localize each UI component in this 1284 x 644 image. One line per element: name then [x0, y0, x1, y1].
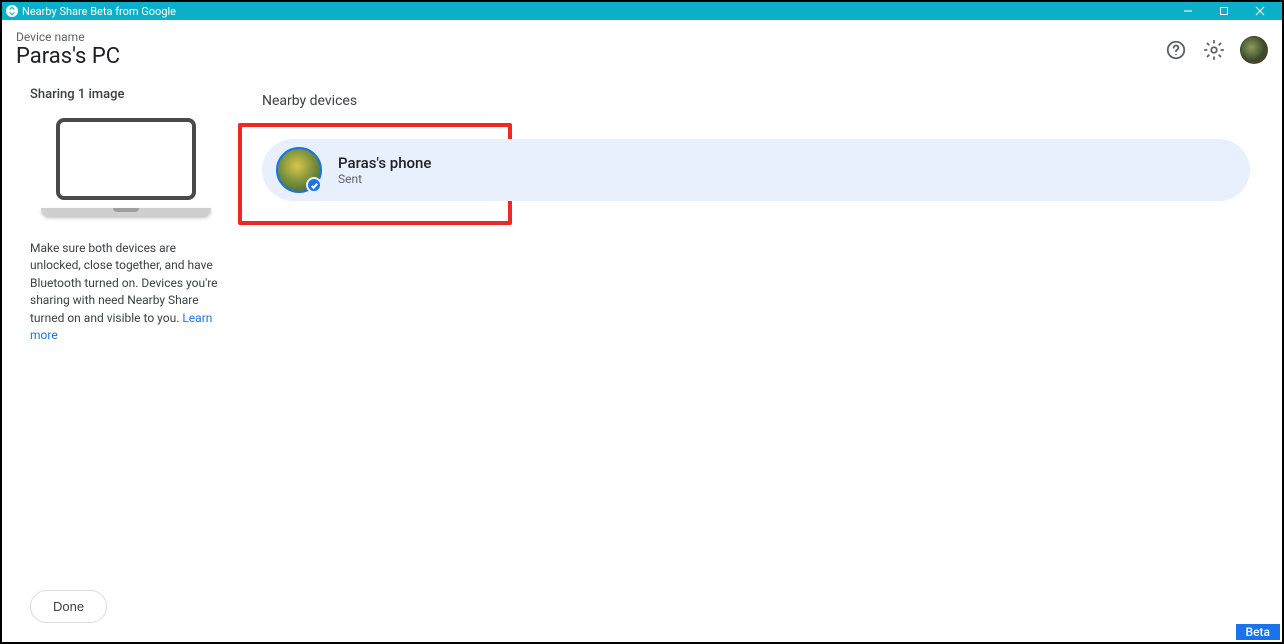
beta-badge: Beta [1236, 624, 1280, 640]
sidebar: Sharing 1 image Make sure both devices a… [2, 77, 236, 641]
sharing-title: Sharing 1 image [30, 87, 222, 102]
device-row-name: Paras's phone [338, 154, 431, 172]
nearby-devices-title: Nearby devices [262, 93, 1258, 109]
help-icon[interactable] [1164, 38, 1188, 62]
annotation-highlight: Paras's phone Sent [238, 123, 512, 225]
device-name-label: Device name [16, 30, 120, 44]
header-actions [1164, 36, 1268, 64]
app-header: Device name Paras's PC [2, 20, 1282, 77]
device-row-status: Sent [338, 172, 431, 186]
device-avatar [276, 147, 322, 193]
settings-icon[interactable] [1202, 38, 1226, 62]
close-button[interactable] [1242, 2, 1278, 20]
done-wrap: Done [30, 590, 222, 623]
main-panel: Nearby devices Paras's phone Sent [236, 77, 1282, 641]
titlebar-left: Nearby Share Beta from Google [6, 5, 176, 18]
content-area: Sharing 1 image Make sure both devices a… [2, 77, 1282, 641]
laptop-illustration [30, 118, 222, 216]
status-check-icon [306, 177, 322, 193]
device-name-value: Paras's PC [16, 44, 120, 69]
maximize-button[interactable] [1206, 2, 1242, 20]
user-avatar[interactable] [1240, 36, 1268, 64]
minimize-button[interactable] [1170, 2, 1206, 20]
laptop-icon [41, 118, 211, 216]
device-row[interactable]: Paras's phone Sent [262, 139, 1250, 201]
window-titlebar: Nearby Share Beta from Google [2, 2, 1282, 20]
device-name-block: Device name Paras's PC [16, 30, 120, 69]
done-button[interactable]: Done [30, 590, 107, 623]
window-controls [1170, 2, 1278, 20]
help-text: Make sure both devices are unlocked, clo… [30, 240, 222, 344]
device-texts: Paras's phone Sent [338, 154, 431, 186]
app-icon [6, 5, 18, 17]
window-title: Nearby Share Beta from Google [22, 5, 176, 18]
